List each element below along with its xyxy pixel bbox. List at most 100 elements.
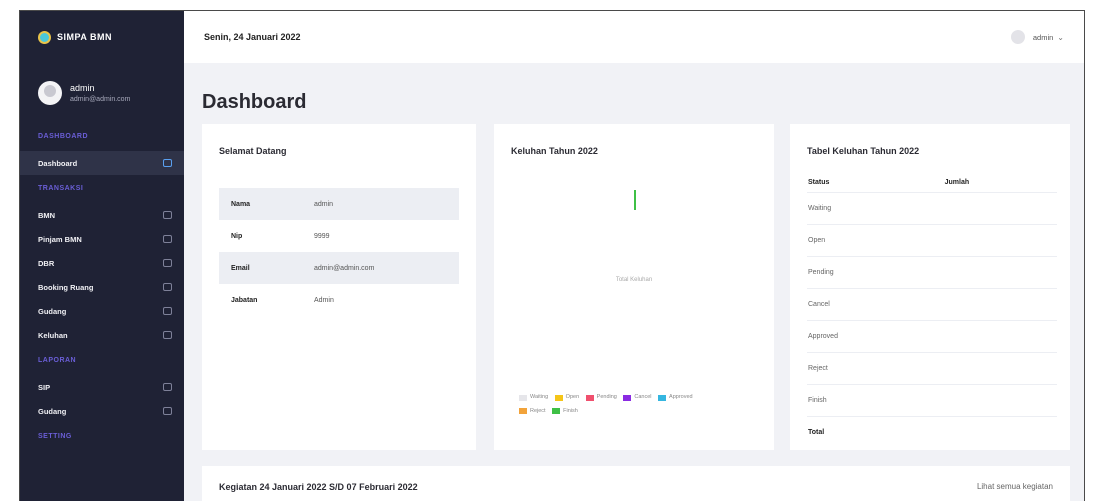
file-icon (163, 383, 172, 391)
current-date: Senin, 24 Januari 2022 (204, 32, 301, 42)
file-icon (163, 407, 172, 415)
legend-item[interactable]: Approved (658, 392, 693, 403)
table-row: Cancel (807, 288, 1057, 321)
sidebar: SIMPA BMN admin admin@admin.com DASHBOAR… (20, 11, 184, 501)
sidebar-user: admin admin@admin.com (20, 63, 184, 123)
chart-bar (634, 190, 636, 210)
status-cell: Reject (807, 352, 944, 385)
sidebar-item-dashboard[interactable]: Dashboard (20, 151, 184, 175)
sidebar-item-label: BMN (38, 210, 56, 220)
sidebar-item-sip[interactable]: SIP (20, 375, 184, 399)
legend-label: Open (565, 394, 580, 400)
archive-icon (163, 307, 172, 315)
user-menu-label: admin (1032, 32, 1054, 42)
sidebar-item-label: Gudang (38, 306, 67, 316)
legend-item[interactable]: Finish (552, 406, 578, 417)
column-header-status: Status (808, 178, 830, 186)
logo-text: SIMPA BMN (57, 32, 112, 42)
legend-label: Waiting (530, 394, 549, 400)
sidebar-user-email: admin@admin.com (70, 96, 131, 103)
count-cell (943, 224, 1057, 257)
legend-swatch (519, 408, 527, 414)
profile-value: 9999 (314, 232, 330, 240)
page-title: Dashboard (202, 91, 307, 113)
legend-swatch (585, 394, 594, 401)
table-row: Nip 9999 (219, 220, 459, 252)
status-table: Status Jumlah Waiting Open Pending Cance… (807, 172, 1057, 448)
welcome-title: Selamat Datang (219, 146, 287, 156)
profile-value: Admin (314, 296, 334, 304)
legend-swatch (552, 408, 561, 414)
sidebar-item-keluhan[interactable]: Keluhan (20, 323, 184, 347)
legend-item[interactable]: Waiting (519, 392, 548, 403)
table-row: Open (807, 224, 1057, 257)
profile-value: admin (314, 200, 334, 208)
app-window: SIMPA BMN admin admin@admin.com DASHBOAR… (19, 10, 1085, 501)
chart-title: Keluhan Tahun 2022 (511, 146, 598, 156)
table-row: Jabatan Admin (219, 284, 459, 316)
count-cell (943, 320, 1057, 353)
status-cell: Open (807, 224, 944, 257)
login-icon (163, 235, 172, 243)
status-cell: Waiting (807, 192, 944, 225)
table-row: Pending (807, 256, 1057, 289)
table-row: Reject (807, 352, 1057, 385)
app-logo[interactable]: SIMPA BMN (20, 11, 184, 63)
box-icon (163, 211, 172, 219)
legend-swatch (519, 394, 527, 401)
table-row: Email admin@admin.com (219, 252, 459, 284)
sidebar-item-booking-ruang[interactable]: Booking Ruang (20, 275, 184, 299)
sidebar-item-label: Keluhan (38, 330, 68, 340)
sidebar-item-label: DBR (38, 258, 55, 268)
table-header-row: Status Jumlah (807, 172, 1057, 193)
user-menu[interactable]: admin ⌄ (1010, 30, 1064, 44)
calendar-icon (163, 283, 172, 291)
count-cell (943, 256, 1057, 289)
sidebar-item-pinjam-bmn[interactable]: Pinjam BMN (20, 227, 184, 251)
legend-label: Approved (669, 394, 693, 400)
grid-icon (163, 259, 172, 267)
sidebar-item-gudang[interactable]: Gudang (20, 299, 184, 323)
profile-value: admin@admin.com (314, 264, 375, 272)
user-avatar-icon (1010, 30, 1025, 44)
sidebar-item-bmn[interactable]: BMN (20, 203, 184, 227)
chart-legend: Waiting Open Pending Cancel Approved Rej… (519, 392, 759, 419)
sidebar-user-name: admin (70, 83, 95, 93)
count-cell (943, 384, 1057, 417)
section-dashboard: DASHBOARD (38, 133, 88, 140)
table-row: Finish (807, 384, 1057, 417)
status-table-card: Tabel Keluhan Tahun 2022 Status Jumlah W… (790, 124, 1070, 450)
status-cell: Approved (807, 320, 944, 353)
legend-item[interactable]: Open (554, 392, 580, 403)
chart-card: Keluhan Tahun 2022 Total Keluhan Waiting… (494, 124, 774, 450)
legend-item[interactable]: Cancel (623, 392, 652, 403)
sidebar-item-dbr[interactable]: DBR (20, 251, 184, 275)
avatar (38, 81, 62, 105)
legend-item[interactable]: Reject (519, 406, 546, 417)
status-cell: Finish (807, 384, 944, 417)
monitor-icon (163, 159, 172, 167)
legend-swatch (623, 394, 632, 401)
count-cell (943, 352, 1057, 385)
sidebar-item-label: Pinjam BMN (38, 234, 82, 244)
see-all-activities-link[interactable]: Lihat semua kegiatan (977, 482, 1053, 491)
column-header-jumlah: Jumlah (944, 178, 970, 186)
sidebar-item-label: Booking Ruang (38, 282, 94, 292)
section-laporan: LAPORAN (38, 357, 77, 364)
activity-title: Kegiatan 24 Januari 2022 S/D 07 Februari… (219, 482, 418, 492)
profile-key: Email (231, 264, 250, 272)
status-table-title: Tabel Keluhan Tahun 2022 (807, 146, 920, 156)
legend-label: Finish (563, 407, 578, 414)
total-value (943, 416, 1057, 448)
sidebar-item-label: Dashboard (38, 158, 78, 168)
legend-item[interactable]: Pending (585, 392, 617, 403)
total-label: Total (807, 416, 944, 448)
section-transaksi: TRANSAKSI (38, 185, 84, 192)
sidebar-item-gudang-laporan[interactable]: Gudang (20, 399, 184, 423)
section-setting: SETTING (38, 433, 72, 440)
table-total-row: Total (807, 416, 1057, 448)
topbar: Senin, 24 Januari 2022 admin ⌄ (184, 11, 1084, 63)
legend-swatch (658, 394, 667, 401)
legend-label: Pending (596, 394, 617, 400)
sidebar-item-label: Gudang (38, 406, 67, 416)
